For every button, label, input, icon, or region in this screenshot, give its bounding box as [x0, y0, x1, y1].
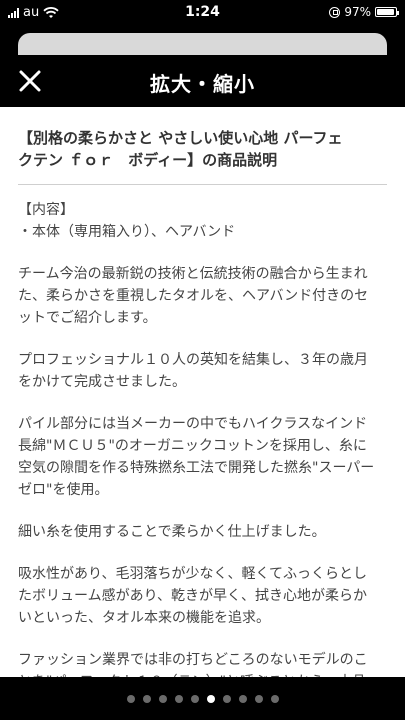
paragraph-line: プロフェッショナル１０人の英知を結集し、３年の歳月 [18, 352, 368, 368]
paragraph-line: 長綿"ＭＣＵ５"のオーガニックコットンを採用し、糸に [18, 438, 367, 454]
battery-percent: 97% [344, 5, 371, 19]
page-dot-active[interactable] [206, 694, 215, 703]
description-paragraph: 【内容】・本体（専用箱入り）、ヘアバンド [18, 199, 387, 243]
page-indicator[interactable] [0, 677, 405, 720]
page-dot[interactable] [158, 694, 167, 703]
status-bar: au 1:24 97% [0, 0, 405, 26]
description-panel[interactable]: 【別格の柔らかさと やさしい使い心地 パーフェ クテン ｆｏｒ ボディー】の商品… [0, 107, 405, 677]
page-dot[interactable] [174, 694, 183, 703]
description-body: 【内容】・本体（専用箱入り）、ヘアバンドチーム今治の最新鋭の技術と伝統技術の融合… [18, 199, 387, 677]
description-paragraph: チーム今治の最新鋭の技術と伝統技術の融合から生まれ た、柔らかさを重視したタオルを… [18, 263, 387, 329]
paragraph-line: ファッション業界では非の打ちどころのないモデルのこ [18, 652, 368, 668]
page-dot[interactable] [142, 694, 151, 703]
page-dot[interactable] [126, 694, 135, 703]
page-dot[interactable] [190, 694, 199, 703]
paragraph-line: 細い糸を使用することで柔らかく仕上げました。 [18, 524, 326, 540]
viewer-header: 拡大・縮小 [0, 55, 405, 107]
paragraph-line: ・本体（専用箱入り）、ヘアバンド [18, 224, 236, 240]
page-dot[interactable] [238, 694, 247, 703]
product-heading: 【別格の柔らかさと やさしい使い心地 パーフェ クテン ｆｏｒ ボディー】の商品… [18, 127, 387, 171]
description-paragraph: 細い糸を使用することで柔らかく仕上げました。 [18, 521, 387, 543]
status-right: 97% [329, 5, 399, 19]
description-paragraph: プロフェッショナル１０人の英知を結集し、３年の歳月 をかけて完成させました。 [18, 349, 387, 393]
page-dot[interactable] [254, 694, 263, 703]
page-dot[interactable] [270, 694, 279, 703]
paragraph-line: パイル部分には当メーカーの中でもハイクラスなインド [18, 416, 368, 432]
paragraph-line: た、柔らかさを重視したタオルを、ヘアバンド付きのセ [18, 288, 369, 304]
divider [18, 184, 387, 185]
description-paragraph: パイル部分には当メーカーの中でもハイクラスなインド 長綿"ＭＣＵ５"のオーガニック… [18, 413, 387, 501]
paragraph-line: 吸水性があり、毛羽落ちが少なく、軽くてふっくらとし [18, 566, 368, 582]
paragraph-line: ットでご紹介します。 [18, 310, 157, 326]
description-paragraph: ファッション業界では非の打ちどころのないモデルのことを"パーフェクト１０（テン）… [18, 649, 387, 677]
paragraph-line: いといった、タオル本来の機能を追求。 [18, 610, 270, 626]
paragraph-line: 【内容】 [18, 202, 74, 218]
header-title: 拡大・縮小 [150, 72, 255, 96]
paragraph-line: 空気の隙間を作る特殊撚糸工法で開発した撚糸"スーパー [18, 460, 375, 476]
paragraph-line: をかけて完成させました。 [18, 374, 186, 390]
orientation-lock-icon [329, 6, 341, 18]
heading-line: 【別格の柔らかさと やさしい使い心地 パーフェ [18, 129, 343, 147]
description-paragraph: 吸水性があり、毛羽落ちが少なく、軽くてふっくらとし たボリューム感があり、乾きが早… [18, 563, 387, 629]
paragraph-line: ゼロ"を使用。 [18, 482, 109, 498]
heading-line: クテン ｆｏｒ ボディー】の商品説明 [18, 151, 278, 169]
page-dot[interactable] [222, 694, 231, 703]
sheet-background-card [18, 33, 387, 55]
battery-fill [377, 9, 395, 15]
paragraph-line: たボリューム感があり、乾きが早く、拭き心地が柔らか [18, 588, 368, 604]
battery-icon [375, 7, 399, 17]
paragraph-line: チーム今治の最新鋭の技術と伝統技術の融合から生まれ [18, 266, 368, 282]
